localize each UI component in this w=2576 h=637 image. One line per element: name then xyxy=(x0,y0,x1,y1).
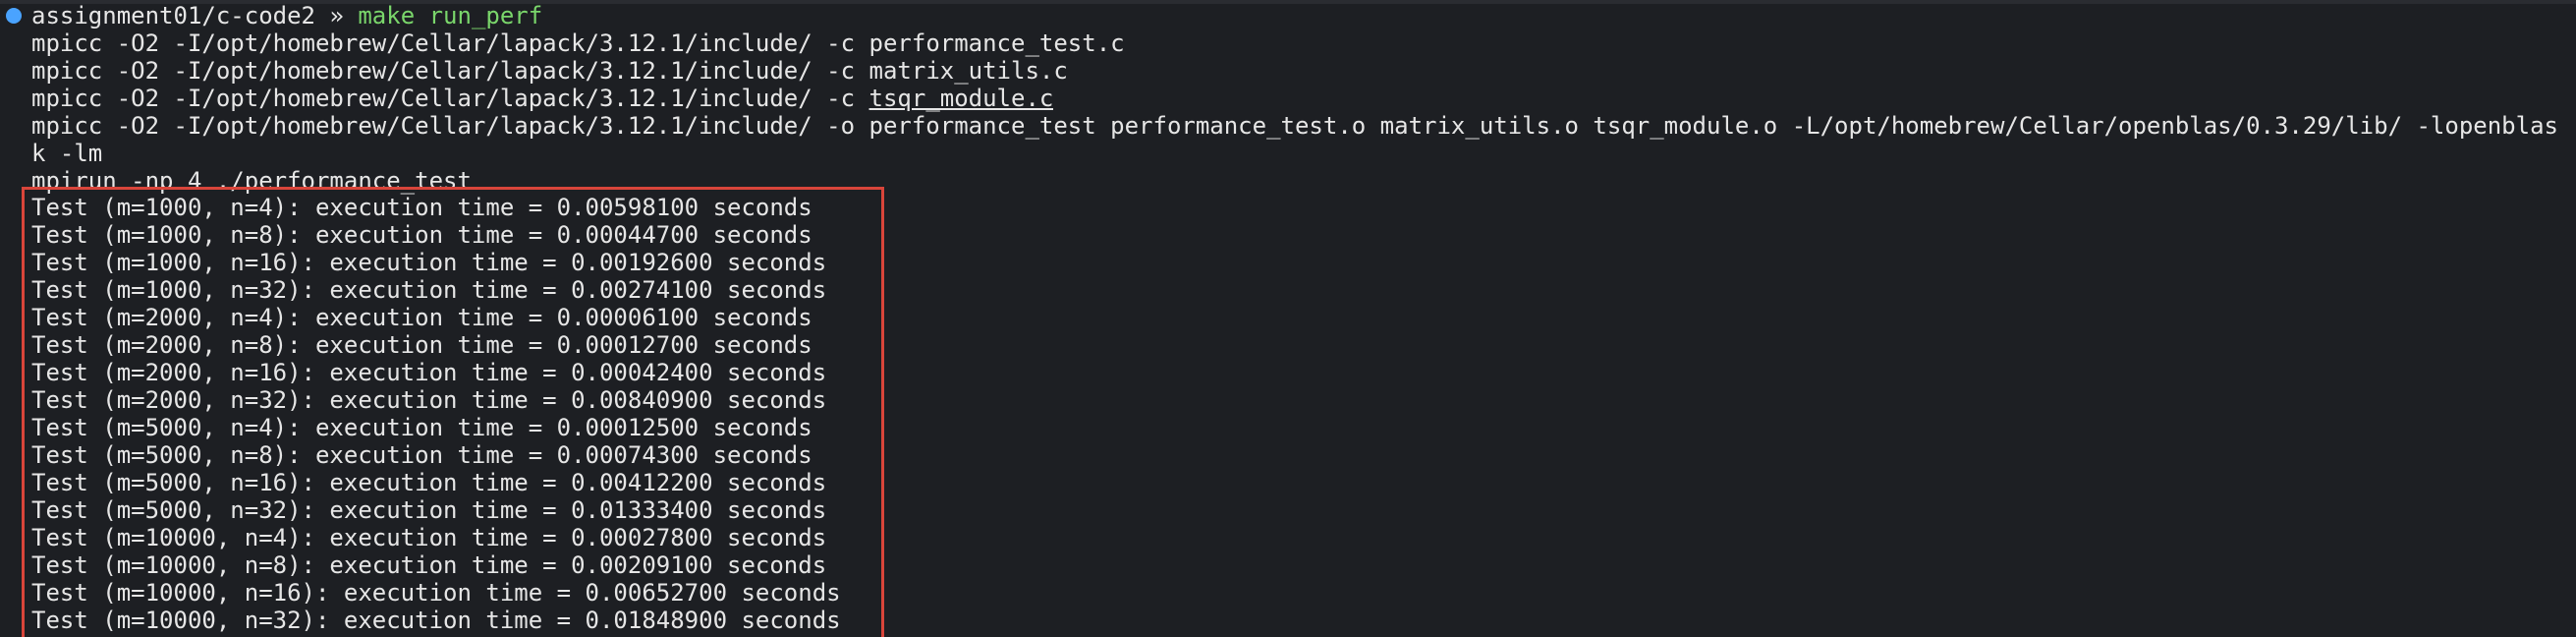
terminal-window[interactable]: assignment01/c-code2 » make run_perf mpi… xyxy=(0,0,2576,637)
result-line: Test (m=2000, n=4): execution time = 0.0… xyxy=(31,304,812,331)
build-source-file[interactable]: tsqr_module.c xyxy=(869,85,1054,112)
result-line: Test (m=10000, n=32): execution time = 0… xyxy=(31,607,841,634)
result-line: Test (m=5000, n=32): execution time = 0.… xyxy=(31,496,827,524)
build-command-text: mpicc -O2 -I/opt/homebrew/Cellar/lapack/… xyxy=(31,85,869,112)
build-command-text: mpicc -O2 -I/opt/homebrew/Cellar/lapack/… xyxy=(31,112,2576,140)
prompt-line: assignment01/c-code2 » make run_perf xyxy=(31,2,542,29)
build-line: mpicc -O2 -I/opt/homebrew/Cellar/lapack/… xyxy=(31,29,1125,57)
result-line: Test (m=10000, n=4): execution time = 0.… xyxy=(31,524,827,551)
build-command-text: mpicc -O2 -I/opt/homebrew/Cellar/lapack/… xyxy=(31,29,869,57)
prompt-separator: » xyxy=(329,2,344,29)
result-line: Test (m=10000, n=16): execution time = 0… xyxy=(31,579,841,607)
result-line: Test (m=5000, n=8): execution time = 0.0… xyxy=(31,441,812,469)
result-line: Test (m=1000, n=8): execution time = 0.0… xyxy=(31,221,812,249)
result-line: Test (m=1000, n=32): execution time = 0.… xyxy=(31,276,827,304)
build-source-file: performance_test.c xyxy=(868,29,1125,57)
prompt-cwd: assignment01/c-code2 xyxy=(31,2,315,29)
build-line: mpicc -O2 -I/opt/homebrew/Cellar/lapack/… xyxy=(31,57,1068,85)
build-source-file: matrix_utils.c xyxy=(868,57,1068,85)
build-line: mpicc -O2 -I/opt/homebrew/Cellar/lapack/… xyxy=(31,85,1053,112)
prompt-status-icon xyxy=(6,8,22,24)
result-line: Test (m=2000, n=16): execution time = 0.… xyxy=(31,359,827,386)
result-line: Test (m=1000, n=16): execution time = 0.… xyxy=(31,249,827,276)
result-line: Test (m=1000, n=4): execution time = 0.0… xyxy=(31,194,812,221)
result-line: Test (m=5000, n=4): execution time = 0.0… xyxy=(31,414,812,441)
result-line: Test (m=2000, n=32): execution time = 0.… xyxy=(31,386,827,414)
result-line: Test (m=5000, n=16): execution time = 0.… xyxy=(31,469,827,496)
wrapped-line: k -lm xyxy=(31,140,103,167)
build-line: mpicc -O2 -I/opt/homebrew/Cellar/lapack/… xyxy=(31,112,2576,140)
prompt-command: make run_perf xyxy=(358,2,543,29)
build-command-text: mpicc -O2 -I/opt/homebrew/Cellar/lapack/… xyxy=(31,57,869,85)
run-command-line: mpirun -np 4 ./performance_test xyxy=(31,167,472,195)
result-line: Test (m=10000, n=8): execution time = 0.… xyxy=(31,551,827,579)
result-line: Test (m=2000, n=8): execution time = 0.0… xyxy=(31,331,812,359)
